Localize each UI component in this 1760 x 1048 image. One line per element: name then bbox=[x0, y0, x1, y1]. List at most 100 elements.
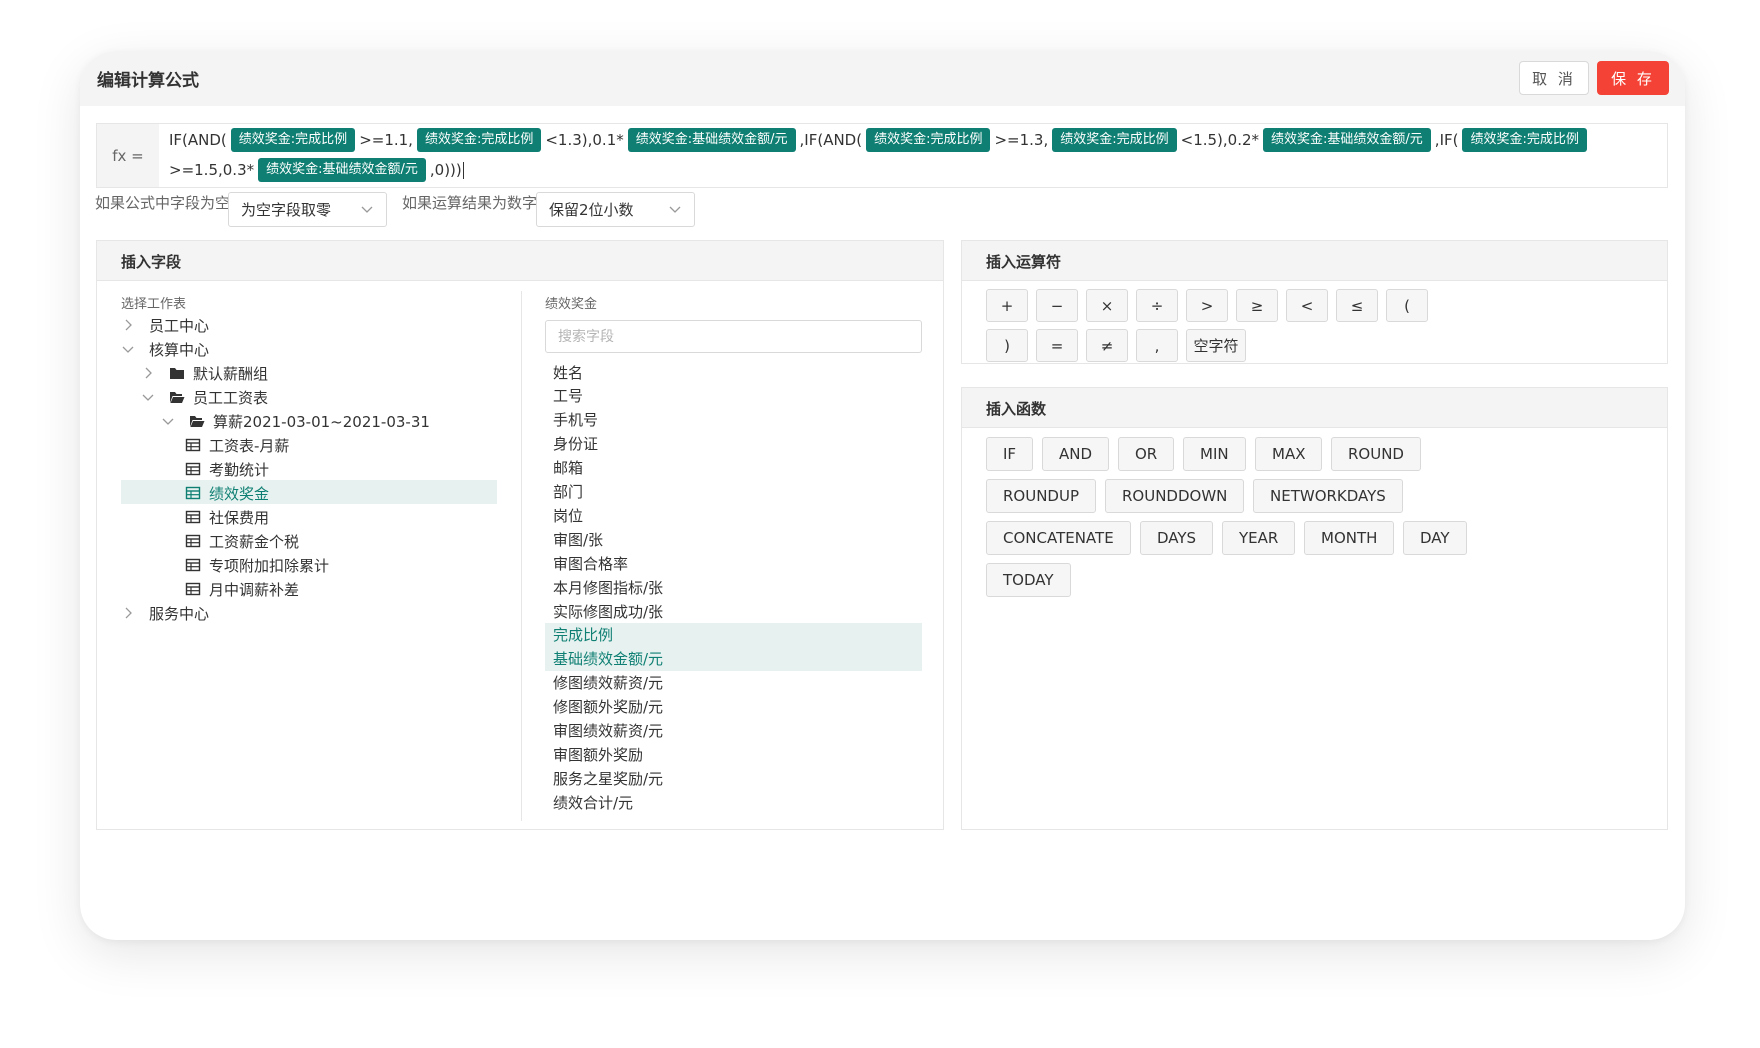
tree-item[interactable]: 服务中心 bbox=[121, 601, 209, 625]
operator-button[interactable]: ( bbox=[1386, 289, 1428, 322]
tree-item[interactable]: 员工中心 bbox=[121, 313, 209, 337]
chevron-down-icon[interactable] bbox=[121, 342, 135, 356]
formula-editor[interactable]: fx = IF(AND(绩效奖金:完成比例 >=1.1, 绩效奖金:完成比例 <1.3… bbox=[96, 123, 1668, 188]
tree-item[interactable]: 考勤统计 bbox=[185, 457, 269, 481]
chevron-right-icon[interactable] bbox=[141, 366, 155, 380]
field-item[interactable]: 姓名 bbox=[553, 360, 583, 384]
tree-item-label: 核算中心 bbox=[149, 340, 210, 359]
insert-operator-panel: 插入运算符 + − × ÷ > ≥ < ≤() = ≠, 空字符 bbox=[961, 240, 1668, 364]
field-item[interactable]: 审图额外奖励 bbox=[553, 742, 643, 766]
tree-item[interactable]: 核算中心 bbox=[121, 337, 209, 361]
field-item[interactable]: 身份证 bbox=[553, 432, 598, 456]
chevron-down-icon bbox=[361, 206, 373, 213]
fx-label: fx = bbox=[97, 124, 159, 187]
save-button[interactable]: 保 存 bbox=[1597, 61, 1669, 95]
chevron-right-icon[interactable] bbox=[121, 318, 135, 332]
function-button[interactable]: AND bbox=[1042, 437, 1110, 471]
tree-item[interactable]: 月中调薪补差 bbox=[185, 577, 299, 601]
field-token-chip[interactable]: 绩效奖金:完成比例 bbox=[230, 128, 356, 152]
tree-item[interactable]: 默认薪酬组 bbox=[141, 361, 268, 385]
operator-button[interactable]: > bbox=[1186, 289, 1228, 322]
function-button[interactable]: ROUNDDOWN bbox=[1105, 479, 1245, 513]
field-item[interactable]: 绩效合计/元 bbox=[553, 790, 633, 814]
field-item[interactable]: 修图额外奖励/元 bbox=[553, 695, 663, 719]
table-icon bbox=[185, 534, 201, 548]
field-item[interactable]: 审图/张 bbox=[553, 527, 603, 551]
field-item[interactable]: 工号 bbox=[553, 384, 583, 408]
operator-button[interactable]: ÷ bbox=[1136, 289, 1178, 322]
formula-text: >=1.5,0.3* bbox=[169, 161, 255, 179]
function-button[interactable]: ROUND bbox=[1331, 437, 1421, 471]
tree-item-label: 月中调薪补差 bbox=[209, 580, 300, 599]
field-search-input[interactable] bbox=[545, 320, 922, 353]
sheet-select-label: 选择工作表 bbox=[121, 297, 187, 312]
function-button[interactable]: MIN bbox=[1183, 437, 1246, 471]
field-item[interactable]: 审图合格率 bbox=[553, 551, 628, 575]
field-token-chip[interactable]: 绩效奖金:基础绩效金额/元 bbox=[627, 128, 796, 152]
chevron-down-icon[interactable] bbox=[161, 414, 175, 428]
field-token-chip[interactable]: 绩效奖金:完成比例 bbox=[416, 128, 542, 152]
formula-text: ,0))) bbox=[429, 161, 462, 179]
field-token-chip[interactable]: 绩效奖金:基础绩效金额/元 bbox=[1263, 128, 1431, 152]
table-icon bbox=[185, 462, 201, 476]
tree-item[interactable]: 工资表-月薪 bbox=[185, 433, 289, 457]
field-token-chip[interactable]: 绩效奖金:完成比例 bbox=[1052, 128, 1177, 152]
tree-item[interactable]: 工资薪金个税 bbox=[185, 529, 299, 553]
field-item[interactable]: 部门 bbox=[553, 480, 583, 504]
function-button[interactable]: MONTH bbox=[1304, 521, 1395, 555]
tree-item[interactable]: 社保费用 bbox=[185, 505, 269, 529]
field-token-chip[interactable]: 绩效奖金:完成比例 bbox=[1462, 128, 1587, 152]
field-item[interactable]: 基础绩效金额/元 bbox=[553, 647, 663, 671]
function-button[interactable]: CONCATENATE bbox=[986, 521, 1131, 555]
function-button[interactable]: MAX bbox=[1255, 437, 1323, 471]
operator-button[interactable]: ) bbox=[986, 329, 1028, 362]
tree-item[interactable]: 绩效奖金 bbox=[185, 481, 269, 505]
table-icon bbox=[185, 510, 201, 524]
tree-item-label: 绩效奖金 bbox=[209, 484, 270, 503]
function-button[interactable]: YEAR bbox=[1222, 521, 1296, 555]
operator-button[interactable]: ≥ bbox=[1236, 289, 1278, 322]
field-token-chip[interactable]: 绩效奖金:完成比例 bbox=[866, 128, 991, 152]
operator-button[interactable]: × bbox=[1086, 289, 1128, 322]
operator-button[interactable]: + bbox=[986, 289, 1028, 322]
field-item[interactable]: 实际修图成功/张 bbox=[553, 599, 663, 623]
field-item[interactable]: 本月修图指标/张 bbox=[553, 575, 663, 599]
operator-button[interactable]: 空字符 bbox=[1186, 329, 1246, 362]
operator-button[interactable]: ≠ bbox=[1086, 329, 1128, 362]
function-button[interactable]: DAY bbox=[1403, 521, 1467, 555]
panel-divider bbox=[521, 291, 522, 821]
folder-open-icon bbox=[169, 390, 185, 404]
function-button[interactable]: TODAY bbox=[986, 563, 1071, 597]
field-token-chip[interactable]: 绩效奖金:基础绩效金额/元 bbox=[258, 158, 426, 182]
operator-button[interactable]: − bbox=[1036, 289, 1078, 322]
tree-item-label: 专项附加扣除累计 bbox=[209, 556, 330, 575]
tree-item[interactable]: 算薪2021-03-01~2021-03-31 bbox=[161, 409, 430, 433]
tree-item-label: 服务中心 bbox=[149, 604, 210, 623]
tree-item[interactable]: 员工工资表 bbox=[141, 385, 268, 409]
number-result-select[interactable]: 保留2位小数 bbox=[536, 192, 695, 227]
insert-field-panel: 插入字段 选择工作表 员工中心 核算中心 默认薪酬组 员工工资表 算薪2021-03-0… bbox=[96, 240, 944, 830]
chevron-right-icon[interactable] bbox=[121, 606, 135, 620]
function-button[interactable]: NETWORKDAYS bbox=[1253, 479, 1403, 513]
field-item[interactable]: 审图绩效薪资/元 bbox=[553, 719, 663, 743]
tree-item[interactable]: 专项附加扣除累计 bbox=[185, 553, 329, 577]
function-button[interactable]: OR bbox=[1118, 437, 1175, 471]
function-button[interactable]: IF bbox=[986, 437, 1034, 471]
chevron-down-icon[interactable] bbox=[141, 390, 155, 404]
field-item[interactable]: 修图绩效薪资/元 bbox=[553, 671, 663, 695]
cancel-button[interactable]: 取 消 bbox=[1519, 61, 1589, 95]
field-item[interactable]: 完成比例 bbox=[553, 623, 613, 647]
insert-operator-header: 插入运算符 bbox=[962, 241, 1667, 281]
function-button[interactable]: DAYS bbox=[1140, 521, 1214, 555]
operator-button[interactable]: ≤ bbox=[1336, 289, 1378, 322]
operator-button[interactable]: , bbox=[1136, 329, 1178, 362]
operator-button[interactable]: = bbox=[1036, 329, 1078, 362]
field-item[interactable]: 服务之星奖励/元 bbox=[553, 766, 663, 790]
tree-item-label: 考勤统计 bbox=[209, 460, 270, 479]
field-item[interactable]: 手机号 bbox=[553, 408, 598, 432]
field-item[interactable]: 邮箱 bbox=[553, 456, 583, 480]
function-button[interactable]: ROUNDUP bbox=[986, 479, 1097, 513]
field-item[interactable]: 岗位 bbox=[553, 503, 583, 527]
empty-field-select[interactable]: 为空字段取零 bbox=[228, 192, 387, 227]
operator-button[interactable]: < bbox=[1286, 289, 1328, 322]
